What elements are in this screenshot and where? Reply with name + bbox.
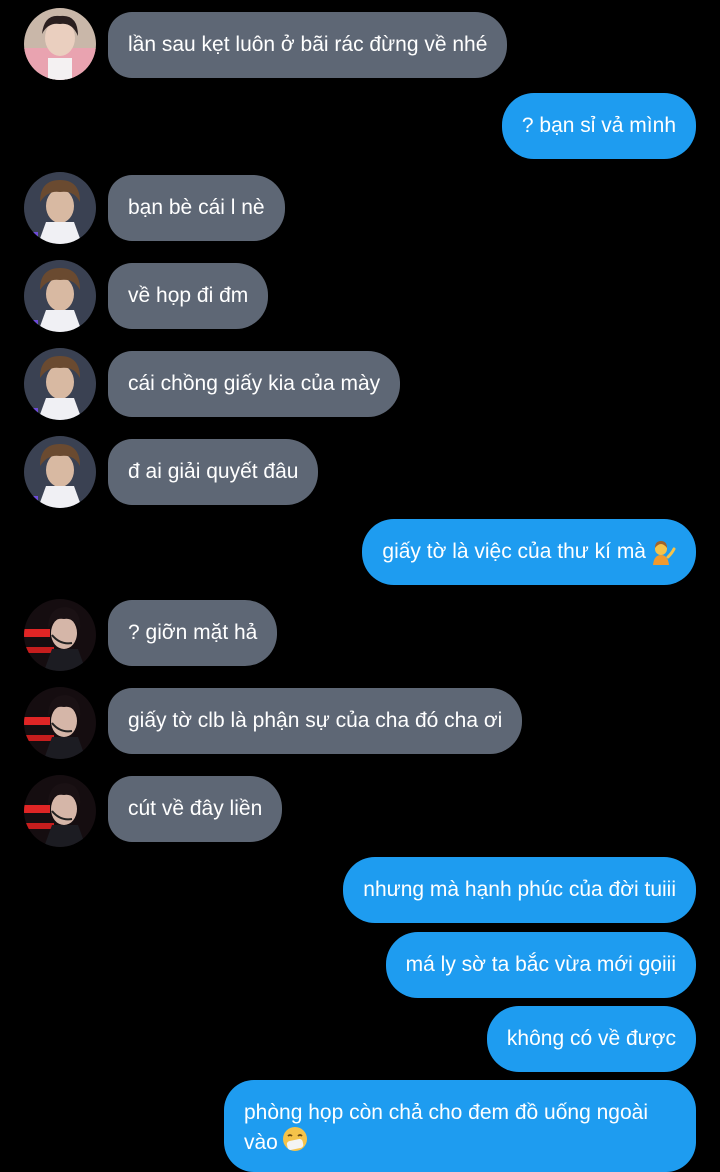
message-text: không có về được: [506, 1027, 676, 1050]
avatar-user-b[interactable]: [24, 436, 96, 508]
message-row: cái chồng giấy kia của mày: [0, 344, 720, 424]
message-text: lần sau kẹt luôn ở bãi rác đừng về nhé: [128, 33, 488, 56]
message-bubble-sent[interactable]: giấy tờ là việc của thư kí mà: [362, 519, 696, 585]
message-row: về họp đi đm: [0, 256, 720, 336]
message-text: ? giỡn mặt hả: [128, 621, 258, 644]
message-text: má ly sờ ta bắc vừa mới gọiii: [405, 953, 676, 976]
message-row: giấy tờ clb là phận sự của cha đó cha ơi: [0, 683, 720, 763]
message-bubble-sent[interactable]: không có về được: [486, 1006, 696, 1072]
message-text: giấy tờ là việc của thư kí mà: [382, 540, 646, 563]
message-bubble-received[interactable]: giấy tờ clb là phận sự của cha đó cha ơi: [108, 688, 523, 754]
message-row: lần sau kẹt luôn ở bãi rác đừng về nhé: [0, 4, 720, 84]
message-row: bạn bè cái l nè: [0, 168, 720, 248]
message-text: phòng họp còn chả cho đem đồ uống ngoài …: [244, 1101, 648, 1154]
message-text: nhưng mà hạnh phúc của đời tuiii: [363, 878, 676, 901]
avatar-user-b[interactable]: [24, 172, 96, 244]
message-bubble-sent[interactable]: má ly sờ ta bắc vừa mới gọiii: [385, 932, 696, 998]
message-row: ? giỡn mặt hả: [0, 595, 720, 675]
avatar-user-c[interactable]: [24, 599, 96, 671]
message-bubble-sent[interactable]: nhưng mà hạnh phúc của đời tuiii: [343, 857, 696, 923]
person-tipping-hand-emoji: [653, 541, 676, 565]
message-text: giấy tờ clb là phận sự của cha đó cha ơi: [128, 709, 503, 732]
message-text: cái chồng giấy kia của mày: [128, 372, 381, 395]
avatar-user-c[interactable]: [24, 775, 96, 847]
avatar-user-c[interactable]: [24, 687, 96, 759]
avatar-user-b[interactable]: [24, 348, 96, 420]
message-row: cút về đây liền: [0, 771, 720, 851]
message-bubble-received[interactable]: về họp đi đm: [108, 263, 269, 329]
message-text: bạn bè cái l nè: [128, 196, 265, 219]
message-bubble-received[interactable]: cái chồng giấy kia của mày: [108, 351, 401, 417]
sneezing-face-emoji: [282, 1127, 307, 1151]
message-bubble-received[interactable]: cút về đây liền: [108, 776, 283, 842]
message-text: về họp đi đm: [128, 284, 249, 307]
message-bubble-received[interactable]: ? giỡn mặt hả: [108, 600, 278, 666]
message-bubble-sent[interactable]: ? bạn sỉ vả mình: [501, 93, 696, 159]
message-text: cút về đây liền: [128, 797, 263, 820]
message-row: đ ai giải quyết đâu: [0, 432, 720, 512]
message-bubble-received[interactable]: bạn bè cái l nè: [108, 175, 285, 241]
message-bubble-received[interactable]: đ ai giải quyết đâu: [108, 439, 319, 505]
avatar-user-b[interactable]: [24, 260, 96, 332]
message-bubble-sent[interactable]: phòng họp còn chả cho đem đồ uống ngoài …: [224, 1080, 696, 1172]
message-text: đ ai giải quyết đâu: [128, 460, 299, 483]
avatar-user-a[interactable]: [24, 8, 96, 80]
message-bubble-received[interactable]: lần sau kẹt luôn ở bãi rác đừng về nhé: [108, 12, 508, 78]
message-text: ? bạn sỉ vả mình: [521, 114, 676, 137]
